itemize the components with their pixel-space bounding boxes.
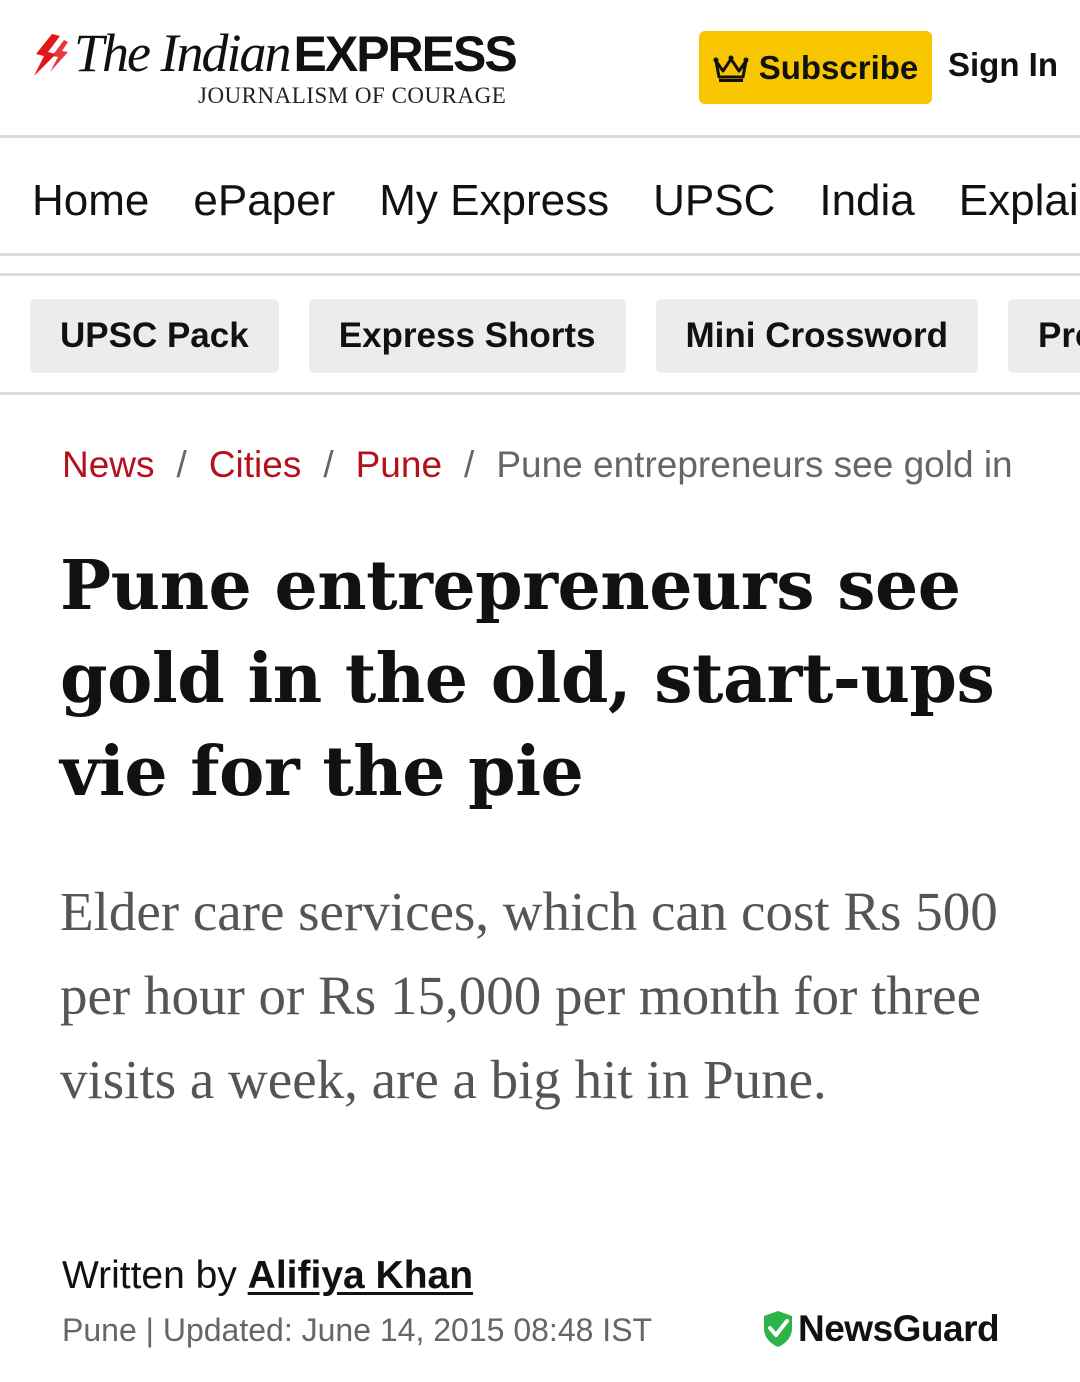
breadcrumb-cities[interactable]: Cities [209, 445, 302, 485]
breadcrumb: News / Cities / Pune / Pune entrepreneurs see … [62, 445, 1022, 486]
article-dek: Elder care services, which can cost Rs 5… [60, 881, 998, 1110]
nav-item-explained[interactable]: Explained [959, 176, 1080, 225]
byline-prefix: Written by [62, 1254, 248, 1297]
crown-icon [713, 55, 749, 82]
pill-premium[interactable]: Premium [1008, 299, 1080, 373]
subscribe-button[interactable]: Subscribe [699, 31, 932, 104]
site-header: The IndianEXPRESS JOURNALISM OF COURAGE … [0, 0, 1080, 138]
nav-item-my-express[interactable]: My Express [379, 176, 609, 225]
breadcrumb-current: Pune entrepreneurs see gold in the old, … [496, 445, 1022, 485]
breadcrumb-separator: / [464, 445, 475, 485]
nav-row: Home ePaper My Express UPSC India Explai… [32, 176, 1080, 225]
pill-upsc-pack[interactable]: UPSC Pack [30, 299, 279, 373]
pill-row: UPSC Pack Express Shorts Mini Crossword … [30, 299, 1080, 373]
breadcrumb-news[interactable]: News [62, 445, 155, 485]
quick-links-bar: UPSC Pack Express Shorts Mini Crossword … [0, 276, 1080, 395]
nav-item-upsc[interactable]: UPSC [653, 176, 775, 225]
logo-express-text: EXPRESS [293, 26, 518, 82]
nav-item-epaper[interactable]: ePaper [193, 176, 335, 225]
pill-express-shorts[interactable]: Express Shorts [308, 299, 626, 373]
express-flame-icon [34, 34, 68, 76]
pill-mini-crossword[interactable]: Mini Crossword [655, 299, 979, 373]
dateline: Pune | Updated: June 14, 2015 08:48 IST [62, 1312, 653, 1348]
nav-item-india[interactable]: India [819, 176, 914, 225]
main-nav: Home ePaper My Express UPSC India Explai… [0, 138, 1080, 256]
subscribe-label: Subscribe [758, 48, 919, 86]
breadcrumb-separator: / [323, 445, 334, 485]
author-link[interactable]: Alifiya Khan [248, 1254, 473, 1297]
sign-in-link[interactable]: Sign In [948, 46, 1058, 84]
shield-check-icon [764, 1311, 792, 1347]
logo-wordmark: The IndianEXPRESS [74, 23, 518, 83]
nav-divider [0, 256, 1080, 276]
article-headline: Pune entrepreneurs see gold in the old, … [60, 546, 995, 812]
nav-item-home[interactable]: Home [32, 176, 149, 225]
logo-serif-text: The Indian [74, 23, 291, 83]
newsguard-label: NewsGuard [798, 1308, 1000, 1349]
logo-tagline: JOURNALISM OF COURAGE [198, 83, 507, 108]
breadcrumb-separator: / [176, 445, 187, 485]
byline: Written by Alifiya Khan [62, 1254, 473, 1298]
newsguard-badge[interactable]: NewsGuard [762, 1308, 1000, 1350]
breadcrumb-pune[interactable]: Pune [356, 445, 442, 485]
